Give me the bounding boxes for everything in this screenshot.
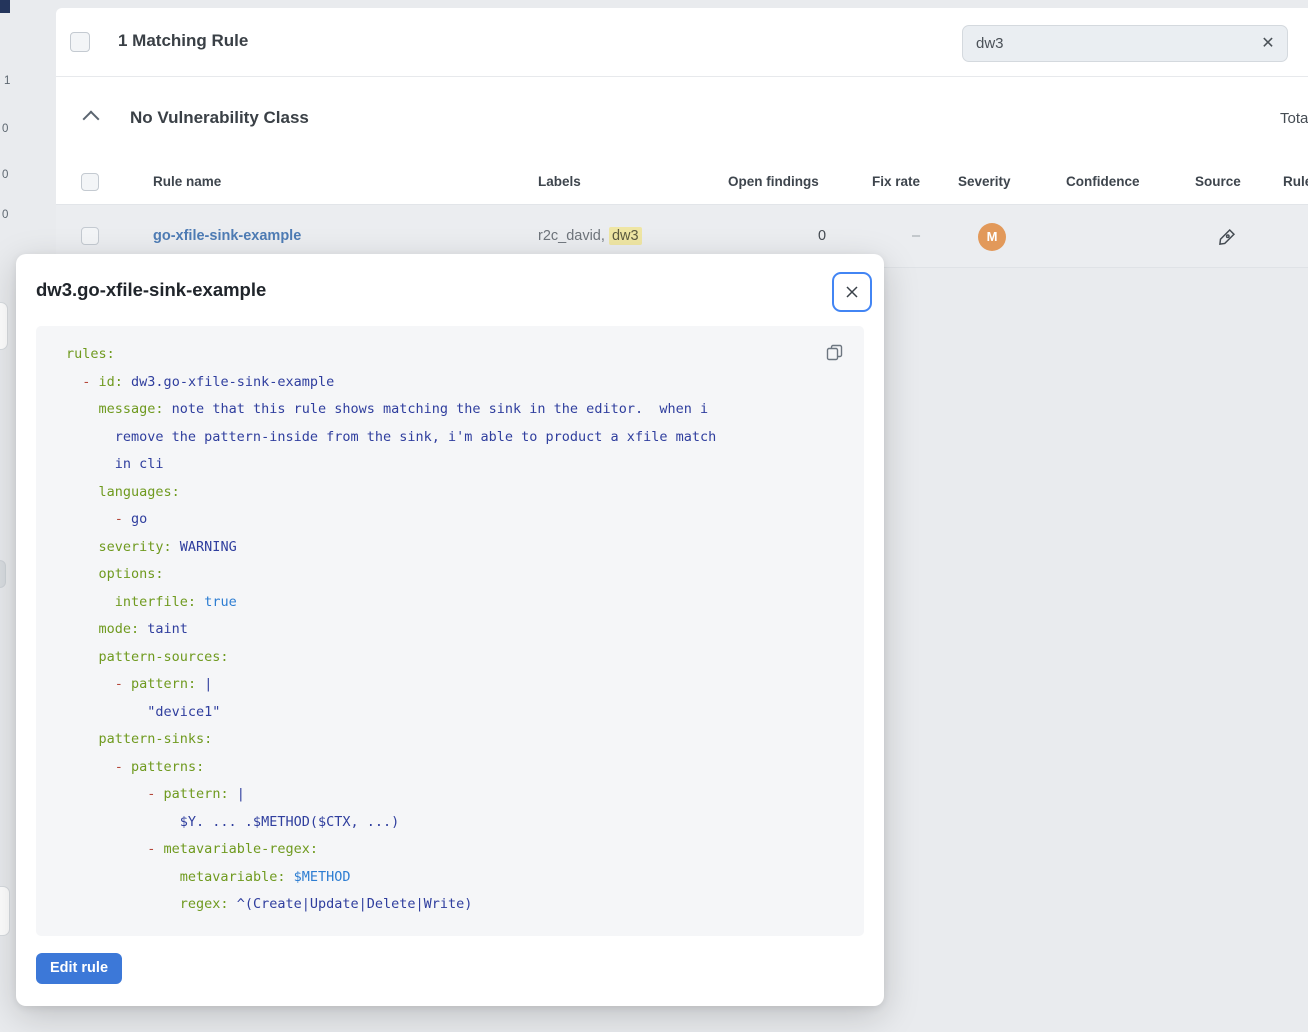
code-line: mode: taint [66, 616, 716, 644]
vulnerability-class-title: No Vulnerability Class [130, 108, 309, 128]
table-header-row: Rule name Labels Open findings Fix rate Seve… [0, 160, 1308, 204]
code-line: - patterns: [66, 754, 716, 782]
dialog-title: dw3.go-xfile-sink-example [36, 279, 266, 301]
select-all-checkbox[interactable] [70, 32, 90, 52]
rail-number: 0 [2, 209, 8, 221]
code-line: $Y. ... .$METHOD($CTX, ...) [66, 809, 716, 837]
close-dialog-button[interactable] [832, 272, 872, 312]
pen-source-icon [1218, 228, 1236, 246]
column-header-open-findings: Open findings [728, 160, 819, 204]
left-edge-fragment [0, 302, 8, 350]
code-line: remove the pattern-inside from the sink,… [66, 424, 716, 452]
column-header-rule: Rule [1283, 160, 1308, 204]
column-header-fix-rate: Fix rate [872, 160, 920, 204]
code-line: options: [66, 561, 716, 589]
collapse-section-button[interactable] [78, 104, 104, 130]
code-line: - id: dw3.go-xfile-sink-example [66, 369, 716, 397]
code-line: message: note that this rule shows match… [66, 396, 716, 424]
rule-detail-dialog: dw3.go-xfile-sink-example rules: - id: d… [16, 254, 884, 1006]
code-line: - pattern: | [66, 671, 716, 699]
row-checkbox[interactable] [81, 227, 99, 245]
rail-number: 0 [2, 123, 8, 135]
header-select-all-checkbox[interactable] [81, 173, 99, 191]
code-line: regex: ^(Create|Update|Delete|Write) [66, 891, 716, 919]
page: 1000 1 Matching Rule ✕ No Vulnerability … [0, 0, 1308, 1032]
rule-search: ✕ [962, 25, 1288, 62]
code-line: - metavariable-regex: [66, 836, 716, 864]
close-icon: ✕ [1261, 35, 1274, 52]
rule-yaml-codeblock: rules: - id: dw3.go-xfile-sink-example m… [36, 326, 864, 936]
copy-icon [826, 344, 843, 361]
code-line: severity: WARNING [66, 534, 716, 562]
total-label: Total [1280, 110, 1308, 127]
label-highlight: dw3 [609, 227, 642, 245]
toolbar-divider [56, 76, 1308, 77]
column-header-confidence: Confidence [1066, 160, 1140, 204]
code-line: interfile: true [66, 589, 716, 617]
column-header-severity: Severity [958, 160, 1011, 204]
code-content: rules: - id: dw3.go-xfile-sink-example m… [36, 326, 734, 919]
search-input[interactable] [963, 26, 1262, 61]
chevron-up-icon [83, 110, 100, 127]
fix-rate-value: – [912, 205, 920, 267]
code-line: pattern-sources: [66, 644, 716, 672]
code-line: - pattern: | [66, 781, 716, 809]
clear-search-button[interactable]: ✕ [1255, 31, 1281, 57]
code-line: metavariable: $METHOD [66, 864, 716, 892]
code-line: languages: [66, 479, 716, 507]
code-line: "device1" [66, 699, 716, 727]
copy-code-button[interactable] [820, 340, 848, 368]
code-line: - go [66, 506, 716, 534]
column-header-source: Source [1195, 160, 1241, 204]
column-header-rule-name: Rule name [153, 160, 221, 204]
sidebar-corner-block [0, 0, 10, 13]
left-edge-fragment [0, 560, 6, 588]
column-header-labels: Labels [538, 160, 581, 204]
left-edge-fragment [0, 886, 10, 936]
matching-rules-count: 1 Matching Rule [118, 31, 248, 51]
rail-number: 1 [4, 75, 10, 87]
close-icon [844, 284, 860, 300]
code-line: rules: [66, 341, 716, 369]
edit-rule-button[interactable]: Edit rule [36, 953, 122, 984]
code-line: pattern-sinks: [66, 726, 716, 754]
severity-badge: M [978, 223, 1006, 251]
labels-text: r2c_david, [538, 228, 609, 244]
code-line: in cli [66, 451, 716, 479]
